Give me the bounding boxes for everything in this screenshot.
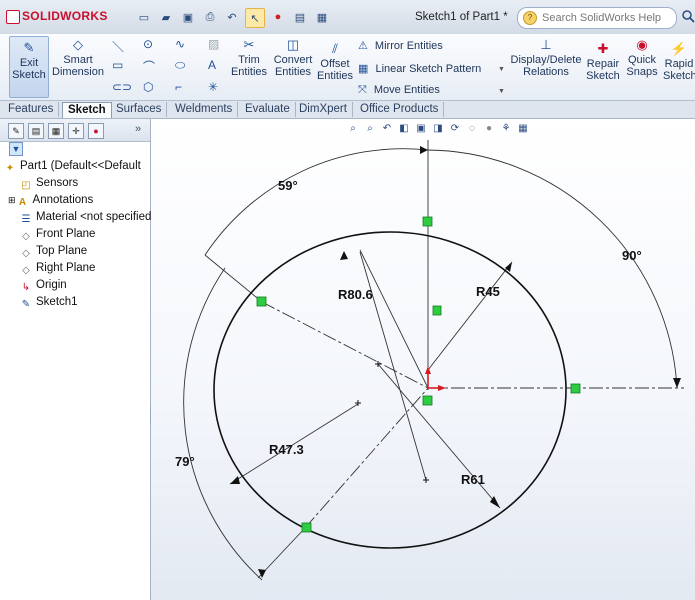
dimension-radius-47[interactable]: R47.3 <box>269 442 304 457</box>
dimension-radius-61[interactable]: R61 <box>461 472 485 487</box>
sketch-ellipse[interactable] <box>213 231 567 549</box>
sketch-geometry: 59° 90° 79° R80.6 R45 R47.3 R61 <box>175 140 684 581</box>
coincident-relation-icon[interactable] <box>422 216 433 227</box>
dimension-angle-79[interactable]: 79° <box>175 454 195 469</box>
arrowhead <box>420 146 428 154</box>
angle-construction-line-top[interactable] <box>261 301 429 389</box>
coincident-relation-icon[interactable] <box>301 522 312 533</box>
angle-arc-59 <box>204 148 429 256</box>
dimension-angle-59[interactable]: 59° <box>278 178 298 193</box>
radius-leader-r80 <box>359 249 429 389</box>
arrowhead <box>673 378 681 388</box>
coincident-relation-icon[interactable] <box>422 395 433 406</box>
arrowhead <box>340 251 348 260</box>
extension-line <box>204 254 263 303</box>
radius-leader-r45 <box>427 261 513 371</box>
coincident-relation-icon[interactable] <box>256 296 267 307</box>
vertical-relation-icon[interactable] <box>432 305 442 316</box>
arrowhead <box>230 476 240 484</box>
dimension-angle-90[interactable]: 90° <box>622 248 642 263</box>
dimension-radius-80[interactable]: R80.6 <box>338 287 373 302</box>
coincident-relation-icon[interactable] <box>570 383 581 394</box>
sketch-origin-icon[interactable] <box>425 366 446 391</box>
angle-construction-line-bottom[interactable] <box>304 387 429 529</box>
dimension-radius-45[interactable]: R45 <box>476 284 500 299</box>
angle-arc-90 <box>427 149 678 389</box>
angle-arc-79 <box>183 267 263 581</box>
